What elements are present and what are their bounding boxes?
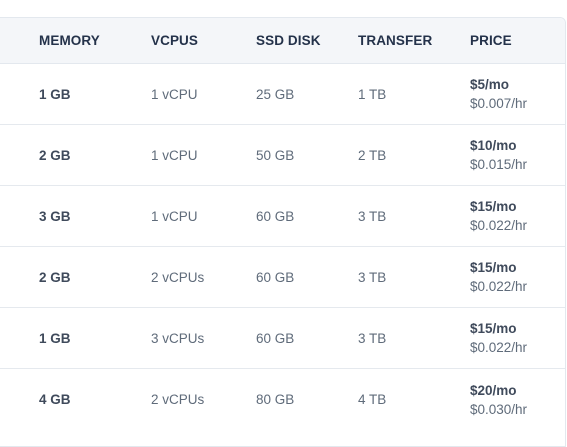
transfer-cell: 3 TB bbox=[358, 269, 387, 285]
table-row: 1 GB 1 vCPU 25 GB 1 TB $5/mo $0.007/hr bbox=[0, 64, 565, 125]
ssd-cell: 80 GB bbox=[256, 392, 295, 407]
vcpus-cell: 2 vCPUs bbox=[151, 269, 205, 285]
price-monthly: $15/mo bbox=[470, 260, 517, 275]
price-hourly: $0.015/hr bbox=[470, 157, 528, 172]
price-hourly: $0.022/hr bbox=[470, 279, 528, 294]
price-monthly: $10/mo bbox=[470, 138, 517, 153]
table-row: 3 GB 1 vCPU 60 GB 3 TB $15/mo $0.022/hr bbox=[0, 186, 565, 247]
price-hourly: $0.022/hr bbox=[470, 218, 528, 233]
header-transfer: TRANSFER bbox=[358, 33, 433, 48]
transfer-cell: 4 TB bbox=[358, 392, 387, 407]
price-cell: $5/mo $0.007/hr bbox=[470, 75, 527, 113]
transfer-cell: 3 TB bbox=[358, 208, 387, 224]
memory-cell: 2 GB bbox=[39, 269, 71, 285]
price-hourly: $0.007/hr bbox=[470, 96, 528, 111]
header-vcpus: VCPUS bbox=[151, 33, 199, 48]
price-cell: $10/mo $0.015/hr bbox=[470, 136, 527, 174]
memory-cell: 3 GB bbox=[39, 208, 71, 224]
transfer-cell: 3 TB bbox=[358, 330, 387, 346]
vcpus-cell: 1 vCPU bbox=[151, 86, 198, 102]
ssd-cell: 60 GB bbox=[256, 269, 295, 285]
price-cell: $15/mo $0.022/hr bbox=[470, 197, 527, 235]
header-price: PRICE bbox=[470, 33, 512, 48]
header-memory: MEMORY bbox=[39, 33, 100, 48]
ssd-cell: 50 GB bbox=[256, 147, 295, 163]
table-body: 1 GB 1 vCPU 25 GB 1 TB $5/mo $0.007/hr 2… bbox=[0, 64, 565, 430]
ssd-cell: 25 GB bbox=[256, 86, 295, 102]
price-monthly: $15/mo bbox=[470, 321, 517, 336]
price-monthly: $5/mo bbox=[470, 77, 510, 92]
header-ssd-disk: SSD DISK bbox=[256, 33, 321, 48]
table-row: 2 GB 1 vCPU 50 GB 2 TB $10/mo $0.015/hr bbox=[0, 125, 565, 186]
memory-cell: 1 GB bbox=[39, 330, 71, 346]
table-row: 1 GB 3 vCPUs 60 GB 3 TB $15/mo $0.022/hr bbox=[0, 308, 565, 369]
pricing-table: MEMORY VCPUS SSD DISK TRANSFER PRICE 1 G… bbox=[0, 17, 566, 447]
vcpus-cell: 3 vCPUs bbox=[151, 330, 205, 346]
memory-cell: 1 GB bbox=[39, 86, 71, 102]
ssd-cell: 60 GB bbox=[256, 208, 295, 224]
table-row: 2 GB 2 vCPUs 60 GB 3 TB $15/mo $0.022/hr bbox=[0, 247, 565, 308]
price-cell: $20/mo $0.030/hr bbox=[470, 381, 527, 419]
vcpus-cell: 1 vCPU bbox=[151, 147, 198, 163]
memory-cell: 2 GB bbox=[39, 147, 71, 163]
transfer-cell: 1 TB bbox=[358, 86, 387, 102]
ssd-cell: 60 GB bbox=[256, 330, 295, 346]
transfer-cell: 2 TB bbox=[358, 147, 387, 163]
price-hourly: $0.030/hr bbox=[470, 401, 528, 417]
price-cell: $15/mo $0.022/hr bbox=[470, 319, 527, 357]
price-monthly: $20/mo bbox=[470, 382, 517, 398]
table-row: 4 GB 2 vCPUs 80 GB 4 TB $20/mo $0.030/hr bbox=[0, 369, 565, 430]
price-hourly: $0.022/hr bbox=[470, 340, 528, 355]
memory-cell: 4 GB bbox=[39, 392, 71, 407]
vcpus-cell: 1 vCPU bbox=[151, 208, 198, 224]
price-cell: $15/mo $0.022/hr bbox=[470, 258, 527, 296]
price-monthly: $15/mo bbox=[470, 199, 517, 214]
table-header-row: MEMORY VCPUS SSD DISK TRANSFER PRICE bbox=[0, 18, 565, 64]
vcpus-cell: 2 vCPUs bbox=[151, 392, 205, 407]
